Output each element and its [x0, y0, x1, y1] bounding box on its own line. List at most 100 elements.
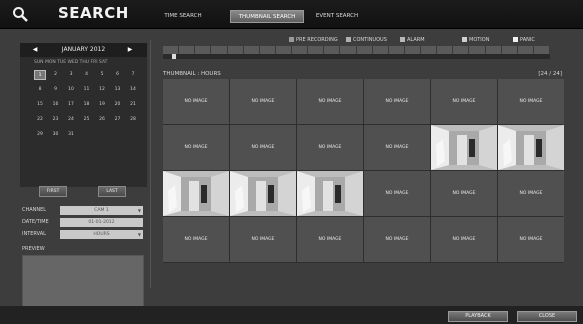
calendar-day[interactable]: 1 [34, 70, 46, 80]
calendar-day[interactable]: 31 [65, 130, 77, 140]
thumbnail-cell[interactable]: NO IMAGE [297, 79, 363, 124]
timeline-segment[interactable] [389, 46, 405, 54]
timeline-segment[interactable] [276, 46, 292, 54]
timeline-segment[interactable] [340, 46, 357, 54]
calendar-day[interactable]: 28 [127, 115, 139, 125]
timeline-segment[interactable] [179, 46, 196, 54]
timeline-segment[interactable] [228, 46, 244, 54]
calendar-day[interactable]: 30 [50, 130, 62, 140]
calendar-day[interactable]: 20 [112, 100, 124, 110]
calendar-day[interactable]: 21 [127, 100, 139, 110]
tab-thumbnail-search[interactable]: THUMBNAIL SEARCH [230, 10, 304, 23]
calendar-day[interactable]: 29 [34, 130, 46, 140]
calendar-day[interactable]: 2 [50, 70, 62, 80]
thumbnail-label: THUMBNAIL : HOURS [163, 71, 221, 77]
thumbnail-cell[interactable]: NO IMAGE [364, 217, 430, 262]
calendar-day[interactable]: 5 [96, 70, 108, 80]
calendar-day[interactable]: 6 [112, 70, 124, 80]
calendar-day[interactable]: 24 [65, 115, 77, 125]
channel-select[interactable]: CAM 1 ▼ [60, 206, 143, 215]
interval-select[interactable]: HOURS ▼ [60, 230, 143, 239]
calendar-day[interactable]: 19 [96, 100, 108, 110]
top-bar: SEARCH TIME SEARCH THUMBNAIL SEARCH EVEN… [0, 0, 583, 29]
timeline-segment[interactable] [324, 46, 341, 54]
legend-label: ALARM [407, 37, 425, 43]
timeline-segment[interactable] [518, 46, 534, 54]
timeline-segment[interactable] [244, 46, 260, 54]
calendar-day[interactable]: 13 [112, 85, 124, 95]
calendar-day[interactable]: 12 [96, 85, 108, 95]
calendar-day[interactable]: 3 [65, 70, 77, 80]
timeline-cursor[interactable] [172, 54, 176, 59]
calendar-day[interactable]: 17 [65, 100, 77, 110]
interval-value: HOURS [93, 232, 110, 237]
timeline-track[interactable] [163, 54, 550, 59]
timeline-segment[interactable] [469, 46, 486, 54]
thumbnail-cell[interactable]: NO IMAGE [297, 217, 363, 262]
thumbnail-cell[interactable]: NO IMAGE [431, 171, 497, 216]
calendar-day[interactable]: 4 [81, 70, 93, 80]
last-button[interactable]: LAST [98, 186, 126, 197]
thumbnail-cell[interactable]: NO IMAGE [498, 171, 564, 216]
thumbnail-cell[interactable] [297, 171, 363, 216]
calendar-day[interactable]: 7 [127, 70, 139, 80]
thumbnail-cell[interactable]: NO IMAGE [431, 79, 497, 124]
tab-time-search[interactable]: TIME SEARCH [158, 10, 208, 23]
calendar-day[interactable]: 22 [34, 115, 46, 125]
calendar-day[interactable]: 27 [112, 115, 124, 125]
timeline-segment[interactable] [357, 46, 373, 54]
timeline-segment[interactable] [421, 46, 438, 54]
thumbnail-cell[interactable] [163, 171, 229, 216]
timeline-segment[interactable] [373, 46, 389, 54]
close-button[interactable]: CLOSE [517, 311, 577, 322]
panel-divider [150, 40, 151, 288]
timeline-segment[interactable] [534, 46, 550, 54]
timeline-segment[interactable] [502, 46, 518, 54]
calendar-day[interactable]: 10 [65, 85, 77, 95]
timeline-segment[interactable] [405, 46, 421, 54]
calendar-day[interactable]: 18 [81, 100, 93, 110]
thumbnail-cell[interactable]: NO IMAGE [364, 125, 430, 170]
thumbnail-cell[interactable]: NO IMAGE [498, 217, 564, 262]
calendar-day[interactable]: 15 [34, 100, 46, 110]
thumbnail-cell[interactable]: NO IMAGE [163, 79, 229, 124]
calendar-day[interactable]: 11 [81, 85, 93, 95]
timeline-segment[interactable] [437, 46, 454, 54]
calendar-day[interactable]: 9 [50, 85, 62, 95]
timeline-bar[interactable] [163, 46, 550, 54]
tab-event-search[interactable]: EVENT SEARCH [312, 10, 362, 23]
thumbnail-cell[interactable]: NO IMAGE [163, 125, 229, 170]
thumbnail-cell[interactable]: NO IMAGE [364, 79, 430, 124]
timeline-segment[interactable] [453, 46, 470, 54]
playback-button[interactable]: PLAYBACK [448, 311, 508, 322]
thumbnail-cell[interactable]: NO IMAGE [431, 217, 497, 262]
thumbnail-cell[interactable] [431, 125, 497, 170]
thumbnail-cell[interactable]: NO IMAGE [297, 125, 363, 170]
thumbnail-cell[interactable]: NO IMAGE [163, 217, 229, 262]
calendar-day[interactable]: 8 [34, 85, 46, 95]
thumbnail-cell[interactable]: NO IMAGE [230, 217, 296, 262]
timeline-segment[interactable] [292, 46, 309, 54]
date-field[interactable]: 01-01-2012 [60, 218, 143, 227]
timeline-segment[interactable] [486, 46, 502, 54]
thumbnail-cell[interactable]: NO IMAGE [230, 79, 296, 124]
prev-month-icon[interactable]: ◀ [30, 43, 40, 57]
timeline-segment[interactable] [195, 46, 212, 54]
thumbnail-cell[interactable]: NO IMAGE [364, 171, 430, 216]
calendar-day[interactable]: 14 [127, 85, 139, 95]
first-button[interactable]: FIRST [39, 186, 67, 197]
legend-swatch [462, 37, 467, 42]
thumbnail-cell[interactable] [230, 171, 296, 216]
calendar-day[interactable]: 16 [50, 100, 62, 110]
calendar-day[interactable]: 23 [50, 115, 62, 125]
timeline-segment[interactable] [211, 46, 228, 54]
calendar-day[interactable]: 25 [81, 115, 93, 125]
thumbnail-cell[interactable]: NO IMAGE [230, 125, 296, 170]
thumbnail-cell[interactable]: NO IMAGE [498, 79, 564, 124]
timeline-segment[interactable] [260, 46, 276, 54]
timeline-segment[interactable] [163, 46, 180, 54]
thumbnail-cell[interactable] [498, 125, 564, 170]
calendar-day[interactable]: 26 [96, 115, 108, 125]
next-month-icon[interactable]: ▶ [125, 43, 135, 57]
timeline-segment[interactable] [308, 46, 325, 54]
